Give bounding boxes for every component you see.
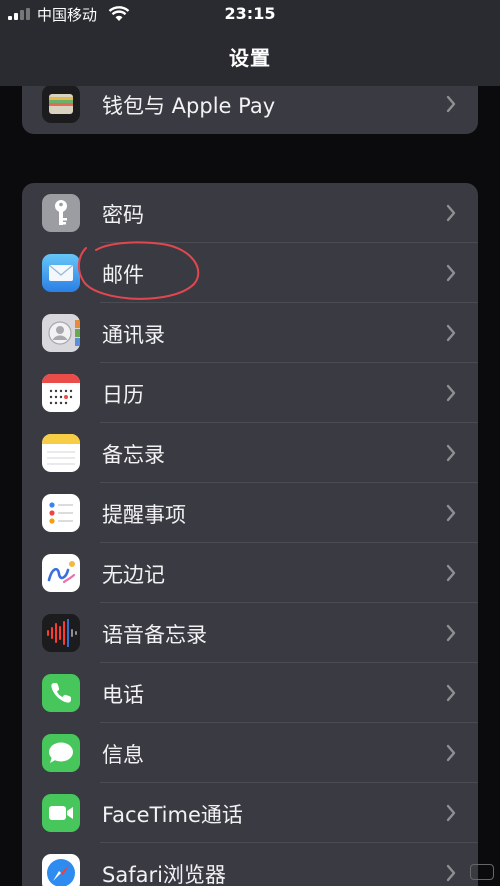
settings-row-safari[interactable]: Safari浏览器	[22, 843, 478, 886]
chevron-right-icon	[446, 744, 456, 762]
mail-icon	[42, 254, 80, 292]
settings-row-voice-memos[interactable]: 语音备忘录	[22, 603, 478, 663]
settings-row-label: 语音备忘录	[102, 623, 207, 647]
chevron-right-icon	[446, 804, 456, 822]
chevron-right-icon	[446, 624, 456, 642]
settings-row-contacts[interactable]: 通讯录	[22, 303, 478, 363]
status-bar: 中国移动 23:15	[0, 0, 500, 28]
safari-icon	[42, 854, 80, 886]
calendar-icon	[42, 374, 80, 412]
settings-row-label: 钱包与 Apple Pay	[102, 94, 276, 118]
reminders-icon	[42, 494, 80, 532]
facetime-icon	[42, 794, 80, 832]
settings-row-label: Safari浏览器	[102, 863, 226, 886]
settings-row-messages[interactable]: 信息	[22, 723, 478, 783]
chevron-right-icon	[446, 384, 456, 402]
settings-screen: 中国移动 23:15 设置 钱包与 Apple Pay 密码 邮件 通讯录 日历…	[0, 0, 500, 886]
settings-row-label: 通讯录	[102, 323, 165, 347]
chevron-right-icon	[446, 684, 456, 702]
settings-row-calendar[interactable]: 日历	[22, 363, 478, 423]
clock: 23:15	[224, 4, 276, 23]
settings-row-passwords[interactable]: 密码	[22, 183, 478, 243]
settings-row-phone[interactable]: 电话	[22, 663, 478, 723]
messages-icon	[42, 734, 80, 772]
settings-row-label: FaceTime通话	[102, 803, 243, 827]
settings-group-apps: 密码 邮件 通讯录 日历 备忘录 提醒事项 无边记 语音备忘录 电话 信息 Fa…	[22, 183, 478, 886]
settings-row-label: 邮件	[102, 263, 144, 287]
settings-row-mail[interactable]: 邮件	[22, 243, 478, 303]
settings-row-notes[interactable]: 备忘录	[22, 423, 478, 483]
settings-row-reminders[interactable]: 提醒事项	[22, 483, 478, 543]
settings-row-label: 密码	[102, 203, 144, 227]
chevron-right-icon	[446, 264, 456, 282]
chevron-right-icon	[446, 324, 456, 342]
settings-row-label: 信息	[102, 743, 144, 767]
chevron-right-icon	[446, 95, 456, 113]
key-icon	[42, 194, 80, 232]
chevron-right-icon	[446, 864, 456, 882]
chevron-right-icon	[446, 564, 456, 582]
notes-icon	[42, 434, 80, 472]
settings-row-label: 电话	[102, 683, 144, 707]
freeform-icon	[42, 554, 80, 592]
settings-row-label: 无边记	[102, 563, 165, 587]
settings-row-label: 备忘录	[102, 443, 165, 467]
chevron-right-icon	[446, 204, 456, 222]
chevron-right-icon	[446, 504, 456, 522]
settings-row-label: 提醒事项	[102, 503, 186, 527]
corner-badge-icon	[470, 864, 494, 880]
settings-row-freeform[interactable]: 无边记	[22, 543, 478, 603]
chevron-right-icon	[446, 444, 456, 462]
wallet-icon	[42, 85, 80, 123]
settings-row-facetime[interactable]: FaceTime通话	[22, 783, 478, 843]
settings-row-label: 日历	[102, 383, 144, 407]
top-bar: 中国移动 23:15 设置	[0, 0, 500, 86]
contacts-icon	[42, 314, 80, 352]
page-title: 设置	[229, 46, 271, 70]
phone-icon	[42, 674, 80, 712]
voice-memos-icon	[42, 614, 80, 652]
